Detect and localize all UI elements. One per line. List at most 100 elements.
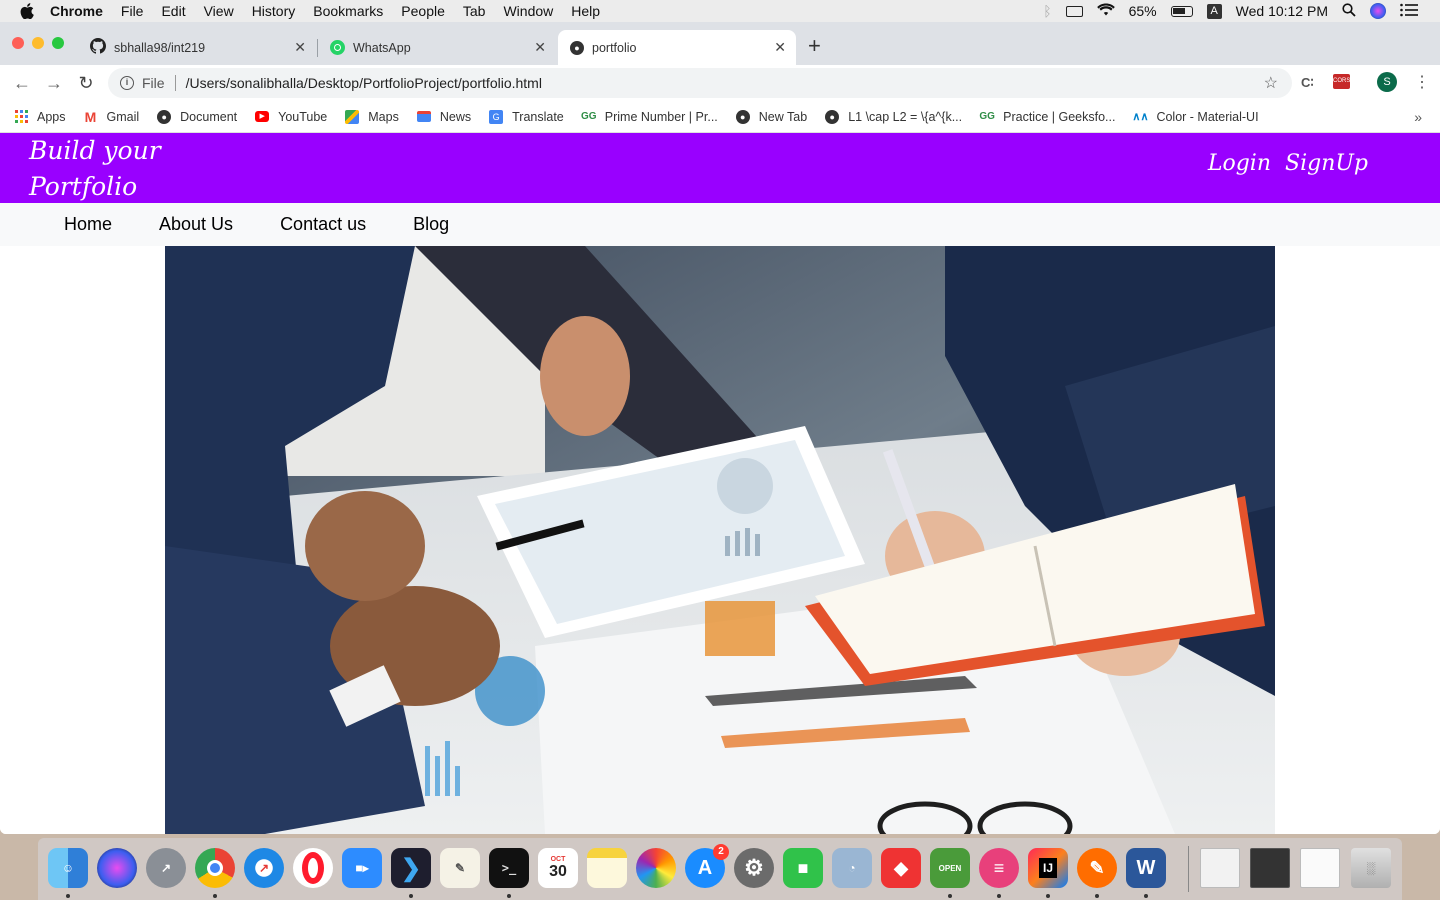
bookmark-maps[interactable]: Maps [345, 109, 399, 124]
nav-contact-us[interactable]: Contact us [280, 214, 366, 235]
spotlight-search-icon[interactable] [1342, 2, 1356, 20]
bookmark-star-icon[interactable]: ☆ [1264, 73, 1278, 93]
calendar-icon[interactable]: OCT 30 [538, 848, 578, 888]
intellij-label: IJ [1038, 858, 1057, 878]
minimize-window-button[interactable] [32, 37, 44, 49]
trash-icon[interactable]: ░ [1351, 848, 1391, 888]
terminal-icon[interactable]: >_ [489, 848, 529, 888]
intellij-icon[interactable]: IJ [1028, 848, 1068, 888]
facetime-icon[interactable]: ■ [783, 848, 823, 888]
battery-display-icon[interactable] [1065, 5, 1083, 17]
siri-icon[interactable] [97, 848, 137, 888]
menu-edit[interactable]: Edit [161, 3, 185, 19]
nav-about-us[interactable]: About Us [159, 214, 233, 235]
nav-home[interactable]: Home [64, 214, 112, 235]
vscode-icon[interactable]: ❯ [391, 848, 431, 888]
bookmark-material-ui[interactable]: ∧∧ Color - Material-UI [1132, 110, 1258, 124]
app-store-icon[interactable]: A2 [685, 844, 729, 888]
menu-view[interactable]: View [204, 3, 234, 19]
opera-icon[interactable] [293, 848, 333, 888]
menu-people[interactable]: People [401, 3, 445, 19]
apple-icon[interactable] [20, 3, 36, 19]
address-bar[interactable]: i File /Users/sonalibhalla/Desktop/Portf… [108, 68, 1292, 98]
chrome-icon[interactable] [195, 848, 235, 888]
bookmark-gmail[interactable]: M Gmail [84, 109, 140, 125]
word-icon[interactable]: W [1126, 848, 1166, 888]
menu-window[interactable]: Window [503, 3, 553, 19]
finder-icon[interactable]: ☺ [48, 848, 88, 888]
running-indicator [997, 894, 1001, 898]
wifi-icon[interactable] [1096, 3, 1115, 19]
sublime-pen-icon[interactable]: ✎ [1077, 848, 1117, 888]
clock[interactable]: Wed 10:12 PM [1236, 3, 1328, 19]
login-link[interactable]: Login [1208, 151, 1271, 176]
back-arrow-icon[interactable]: ← [12, 73, 32, 93]
extension-c-icon[interactable]: C∶ [1301, 75, 1314, 91]
battery-icon[interactable] [1170, 5, 1193, 17]
bookmark-practice-geeksforgeeks[interactable]: GG Practice | Geeksfo... [979, 110, 1115, 124]
dock-separator [1188, 846, 1189, 892]
bookmark-document[interactable]: ● Document [157, 109, 237, 124]
zoom-camera-icon[interactable]: ■▸ [342, 848, 382, 888]
tab-github[interactable]: sbhalla98/int219 ✕ [78, 30, 316, 65]
bluetooth-icon[interactable]: ᛒ [1043, 3, 1051, 19]
minimized-window-thumbnail[interactable] [1200, 848, 1240, 888]
bookmark-news[interactable]: News [416, 110, 471, 124]
reload-icon[interactable]: ↻ [76, 73, 96, 93]
site-brand[interactable]: Build your Portfolio [29, 133, 169, 205]
siri-icon[interactable] [1370, 3, 1386, 19]
nav-blog[interactable]: Blog [413, 214, 449, 235]
preview-icon[interactable]: ◔ [832, 848, 872, 888]
hero-image [165, 246, 1275, 834]
notification-center-icon[interactable] [1400, 3, 1418, 20]
menu-history[interactable]: History [252, 3, 296, 19]
apps-grid-icon [14, 110, 28, 124]
menu-app-name[interactable]: Chrome [50, 3, 103, 19]
notes-icon[interactable] [587, 848, 627, 888]
close-window-button[interactable] [12, 37, 24, 49]
bookmark-youtube[interactable]: ▶ YouTube [255, 110, 327, 124]
running-indicator [66, 894, 70, 898]
menu-bookmarks[interactable]: Bookmarks [313, 3, 383, 19]
minimized-window-thumbnail[interactable] [1250, 848, 1290, 888]
close-tab-icon[interactable]: ✕ [534, 39, 546, 56]
menu-help[interactable]: Help [571, 3, 600, 19]
close-tab-icon[interactable]: ✕ [774, 39, 786, 56]
archive-utility-zipper-icon[interactable]: ≡ [979, 848, 1019, 888]
bookmark-apps[interactable]: Apps [14, 110, 66, 124]
macos-dock: ☺ ↗ ↗ ■▸ ❯ ✎ >_ OCT 30 A2 ⚙ ■ ◔ ◆ OPEN ≡… [38, 838, 1402, 900]
forward-arrow-icon[interactable]: → [44, 73, 64, 93]
safari-compass-icon[interactable]: ↗ [244, 848, 284, 888]
open-sign-icon[interactable]: OPEN [930, 848, 970, 888]
new-tab-button[interactable]: + [808, 35, 821, 57]
signup-link[interactable]: SignUp [1285, 151, 1368, 176]
bookmark-new-tab[interactable]: ● New Tab [735, 109, 807, 124]
textedit-icon[interactable]: ✎ [440, 848, 480, 888]
photos-icon[interactable] [636, 848, 676, 888]
github-icon [90, 38, 106, 57]
more-bookmarks-chevron-icon[interactable]: » [1414, 109, 1422, 125]
running-indicator [507, 894, 511, 898]
launchpad-rocket-icon[interactable]: ↗ [146, 848, 186, 888]
profile-avatar[interactable]: S [1377, 72, 1397, 92]
tab-whatsapp[interactable]: WhatsApp ✕ [318, 30, 556, 65]
status-area: ᛒ 65% A Wed 10:12 PM [1043, 0, 1418, 22]
menu-tab[interactable]: Tab [463, 3, 486, 19]
bookmark-prime-number[interactable]: GG Prime Number | Pr... [580, 110, 718, 124]
chrome-menu-icon[interactable]: ⋮ [1414, 72, 1430, 92]
tab-portfolio[interactable]: ● portfolio ✕ [558, 30, 796, 65]
cors-extension-icon[interactable]: CORS [1333, 74, 1350, 89]
close-tab-icon[interactable]: ✕ [294, 39, 306, 56]
input-source-indicator[interactable]: A [1206, 3, 1222, 19]
bookmark-translate[interactable]: G Translate [489, 109, 564, 124]
battery-percent[interactable]: 65% [1129, 3, 1157, 19]
geeksforgeeks-icon: GG [580, 111, 597, 122]
system-preferences-gear-icon[interactable]: ⚙ [734, 848, 774, 888]
anydesk-icon[interactable]: ◆ [881, 848, 921, 888]
minimized-window-thumbnail[interactable] [1300, 848, 1340, 888]
url-text[interactable]: /Users/sonalibhalla/Desktop/PortfolioPro… [186, 75, 542, 91]
info-icon[interactable]: i [120, 76, 134, 90]
bookmark-l1-cap-l2[interactable]: ● L1 \cap L2 = \{a^{k... [825, 109, 962, 124]
menu-file[interactable]: File [121, 3, 144, 19]
maximize-window-button[interactable] [52, 37, 64, 49]
